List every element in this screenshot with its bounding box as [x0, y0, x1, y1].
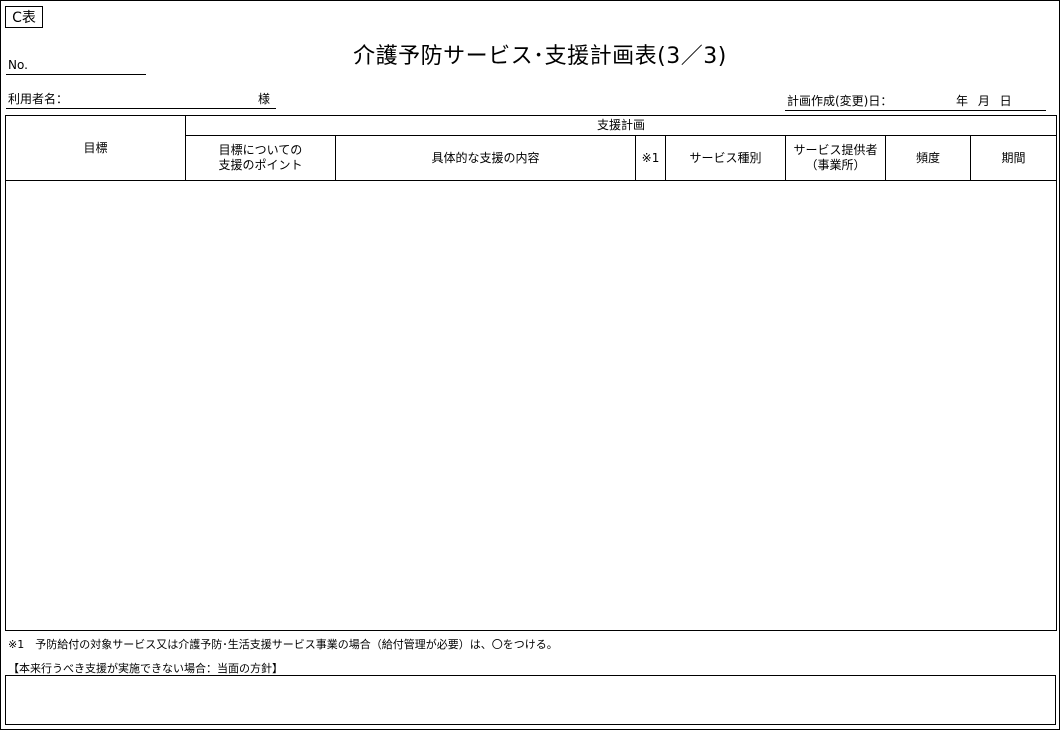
- support-plan-table: 目標 支援計画 目標についての 支援のポイント 具体的な支援の内容 ※1 サービ…: [4, 115, 1058, 631]
- plan-body-area[interactable]: [4, 180, 1058, 631]
- support-point-header: 目標についての 支援のポイント: [185, 135, 336, 181]
- support-point-header-line2: 支援のポイント: [218, 158, 303, 172]
- number-field-line: [6, 74, 146, 75]
- user-name-field-line[interactable]: [6, 108, 276, 109]
- support-plan-header: 支援計画: [184, 115, 1058, 136]
- plan-date-label: 計画作成(変更)日：: [787, 94, 893, 108]
- service-type-header: サービス種別: [665, 135, 786, 181]
- interim-policy-box[interactable]: [5, 675, 1056, 725]
- interim-policy-label: 【本来行うべき支援が実施できない場合：当面の方針】: [8, 662, 283, 675]
- support-content-header: 具体的な支援の内容: [335, 135, 636, 181]
- plan-date-field-line[interactable]: [785, 110, 1046, 111]
- footnote: ※1 予防給付の対象サービス又は介護予防･生活支援サービス事業の場合（給付管理が…: [8, 638, 558, 651]
- number-label: No.: [8, 58, 28, 72]
- goal-header: 目標: [5, 115, 186, 181]
- note1-header: ※1: [635, 135, 666, 181]
- form-type-tag: C表: [5, 6, 43, 28]
- user-name-label: 利用者名：: [8, 92, 69, 106]
- support-point-header-line1: 目標についての: [218, 143, 303, 157]
- service-provider-header-line1: サービス提供者: [793, 143, 878, 157]
- service-provider-header: サービス提供者 （事業所）: [785, 135, 886, 181]
- period-header: 期間: [969, 135, 1058, 181]
- user-name-suffix: 様: [258, 92, 271, 106]
- page-title: 介護予防サービス･支援計画表(3／3): [353, 44, 727, 69]
- frequency-header: 頻度: [885, 135, 971, 181]
- plan-date-units: 年 月 日: [956, 94, 1012, 108]
- service-provider-header-line2: （事業所）: [805, 158, 866, 172]
